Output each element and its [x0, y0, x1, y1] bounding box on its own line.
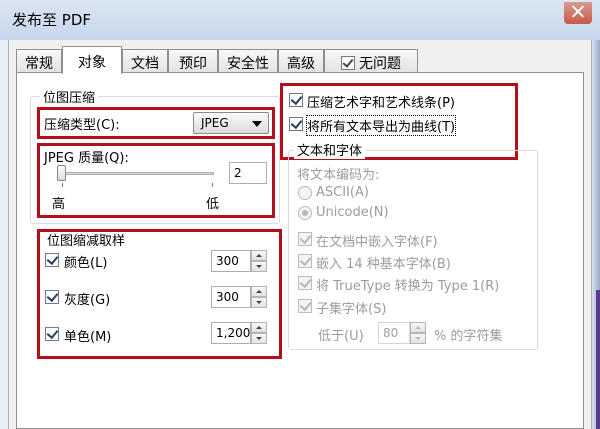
slider-tick: [62, 183, 63, 187]
jpeg-quality-track: [58, 172, 214, 175]
tab-label: 安全性: [227, 56, 269, 72]
tab-security[interactable]: 安全性: [218, 49, 278, 73]
close-icon: [572, 5, 584, 17]
tab-label: 对象: [78, 55, 106, 71]
tab-label: 高级: [287, 56, 315, 72]
title-bar: 发布至 PDF: [0, 0, 600, 40]
embed-fonts-checkbox[interactable]: [298, 232, 312, 246]
spin-buttons: [251, 250, 267, 272]
embed-fonts-label: 在文档中嵌入字体(F): [316, 235, 438, 250]
spin-down-icon[interactable]: [251, 297, 267, 308]
compression-type-value: JPEG: [201, 116, 229, 130]
subset-suffix-label: % 的字符集: [434, 329, 503, 344]
window-title: 发布至 PDF: [12, 11, 91, 29]
embed-base14-label: 嵌入 14 种基本字体(B): [316, 257, 451, 272]
subset-threshold-value[interactable]: 80: [378, 322, 410, 344]
quality-high-label: 高: [52, 197, 66, 212]
encoding-ascii-radio[interactable]: [298, 186, 312, 200]
downsample-mono-checkbox[interactable]: [45, 327, 59, 341]
jpeg-quality-input[interactable]: 2: [229, 162, 267, 184]
slider-tick: [212, 183, 213, 187]
spin-up-icon[interactable]: [251, 286, 267, 297]
text-fonts-title: 文本和字体: [294, 140, 366, 159]
tab-general[interactable]: 常规: [16, 49, 62, 73]
background-strip: [596, 290, 600, 429]
subset-prefix-label: 低于(U): [318, 329, 364, 344]
downsample-mono-spinner[interactable]: 1,200: [211, 322, 267, 344]
tab-no-issues[interactable]: 无问题: [324, 49, 418, 73]
tab-objects[interactable]: 对象: [62, 46, 122, 74]
spin-up-icon[interactable]: [251, 250, 267, 261]
spin-buttons: [410, 322, 426, 344]
spin-up-icon[interactable]: [251, 322, 267, 333]
compression-type-select[interactable]: JPEG: [193, 112, 269, 134]
downsample-mono-value[interactable]: 1,200: [211, 322, 251, 344]
embed-base14-checkbox[interactable]: [298, 254, 312, 268]
downsample-mono-label: 单色(M): [64, 330, 112, 345]
spin-up-icon[interactable]: [410, 322, 426, 333]
tab-advanced[interactable]: 高级: [278, 49, 324, 73]
encoding-unicode-label: Unicode(N): [316, 205, 389, 220]
spin-down-icon[interactable]: [251, 261, 267, 272]
spin-buttons: [251, 322, 267, 344]
downsample-grayscale-spinner[interactable]: 300: [211, 286, 267, 308]
tab-document[interactable]: 文档: [122, 49, 168, 73]
downsample-color-checkbox[interactable]: [45, 253, 59, 267]
text-to-curves-checkbox[interactable]: [289, 117, 303, 131]
compression-type-label: 压缩类型(C):: [44, 118, 120, 133]
subset-fonts-checkbox[interactable]: [298, 299, 312, 313]
subset-fonts-label: 子集字体(S): [316, 302, 387, 317]
spin-down-icon[interactable]: [251, 333, 267, 344]
encoding-label: 将文本编码为:: [297, 168, 380, 183]
tab-label: 无问题: [359, 56, 401, 72]
compress-art-label: 压缩艺术字和艺术线条(P): [307, 96, 455, 111]
tab-label: 预印: [179, 56, 207, 72]
close-button[interactable]: [564, 2, 592, 24]
check-icon: [341, 56, 355, 70]
tab-label: 常规: [25, 56, 53, 72]
compress-art-checkbox[interactable]: [289, 93, 303, 107]
subset-threshold-spinner[interactable]: 80: [378, 322, 426, 344]
jpeg-quality-label: JPEG 质量(Q):: [44, 151, 129, 166]
text-to-curves-label: 将所有文本导出为曲线(T): [305, 115, 457, 136]
downsample-grayscale-label: 灰度(G): [64, 293, 111, 308]
tab-label: 文档: [131, 56, 159, 72]
jpeg-quality-slider[interactable]: [57, 165, 66, 181]
downsampling-title: 位图缩减取样: [47, 234, 126, 249]
bitmap-compression-title: 位图压缩: [40, 87, 99, 106]
tab-prepress[interactable]: 预印: [168, 49, 218, 73]
spin-buttons: [251, 286, 267, 308]
truetype-convert-checkbox[interactable]: [298, 276, 312, 290]
downsample-color-spinner[interactable]: 300: [211, 250, 267, 272]
truetype-convert-label: 将 TrueType 转换为 Type 1(R): [316, 279, 500, 294]
spin-down-icon[interactable]: [410, 333, 426, 344]
quality-low-label: 低: [206, 197, 220, 212]
downsample-color-value[interactable]: 300: [211, 250, 251, 272]
chevron-down-icon: [252, 121, 262, 127]
encoding-ascii-label: ASCII(A): [316, 185, 369, 200]
encoding-unicode-radio[interactable]: [298, 206, 312, 220]
downsample-grayscale-value[interactable]: 300: [211, 286, 251, 308]
downsample-grayscale-checkbox[interactable]: [45, 290, 59, 304]
downsample-color-label: 颜色(L): [64, 256, 108, 271]
